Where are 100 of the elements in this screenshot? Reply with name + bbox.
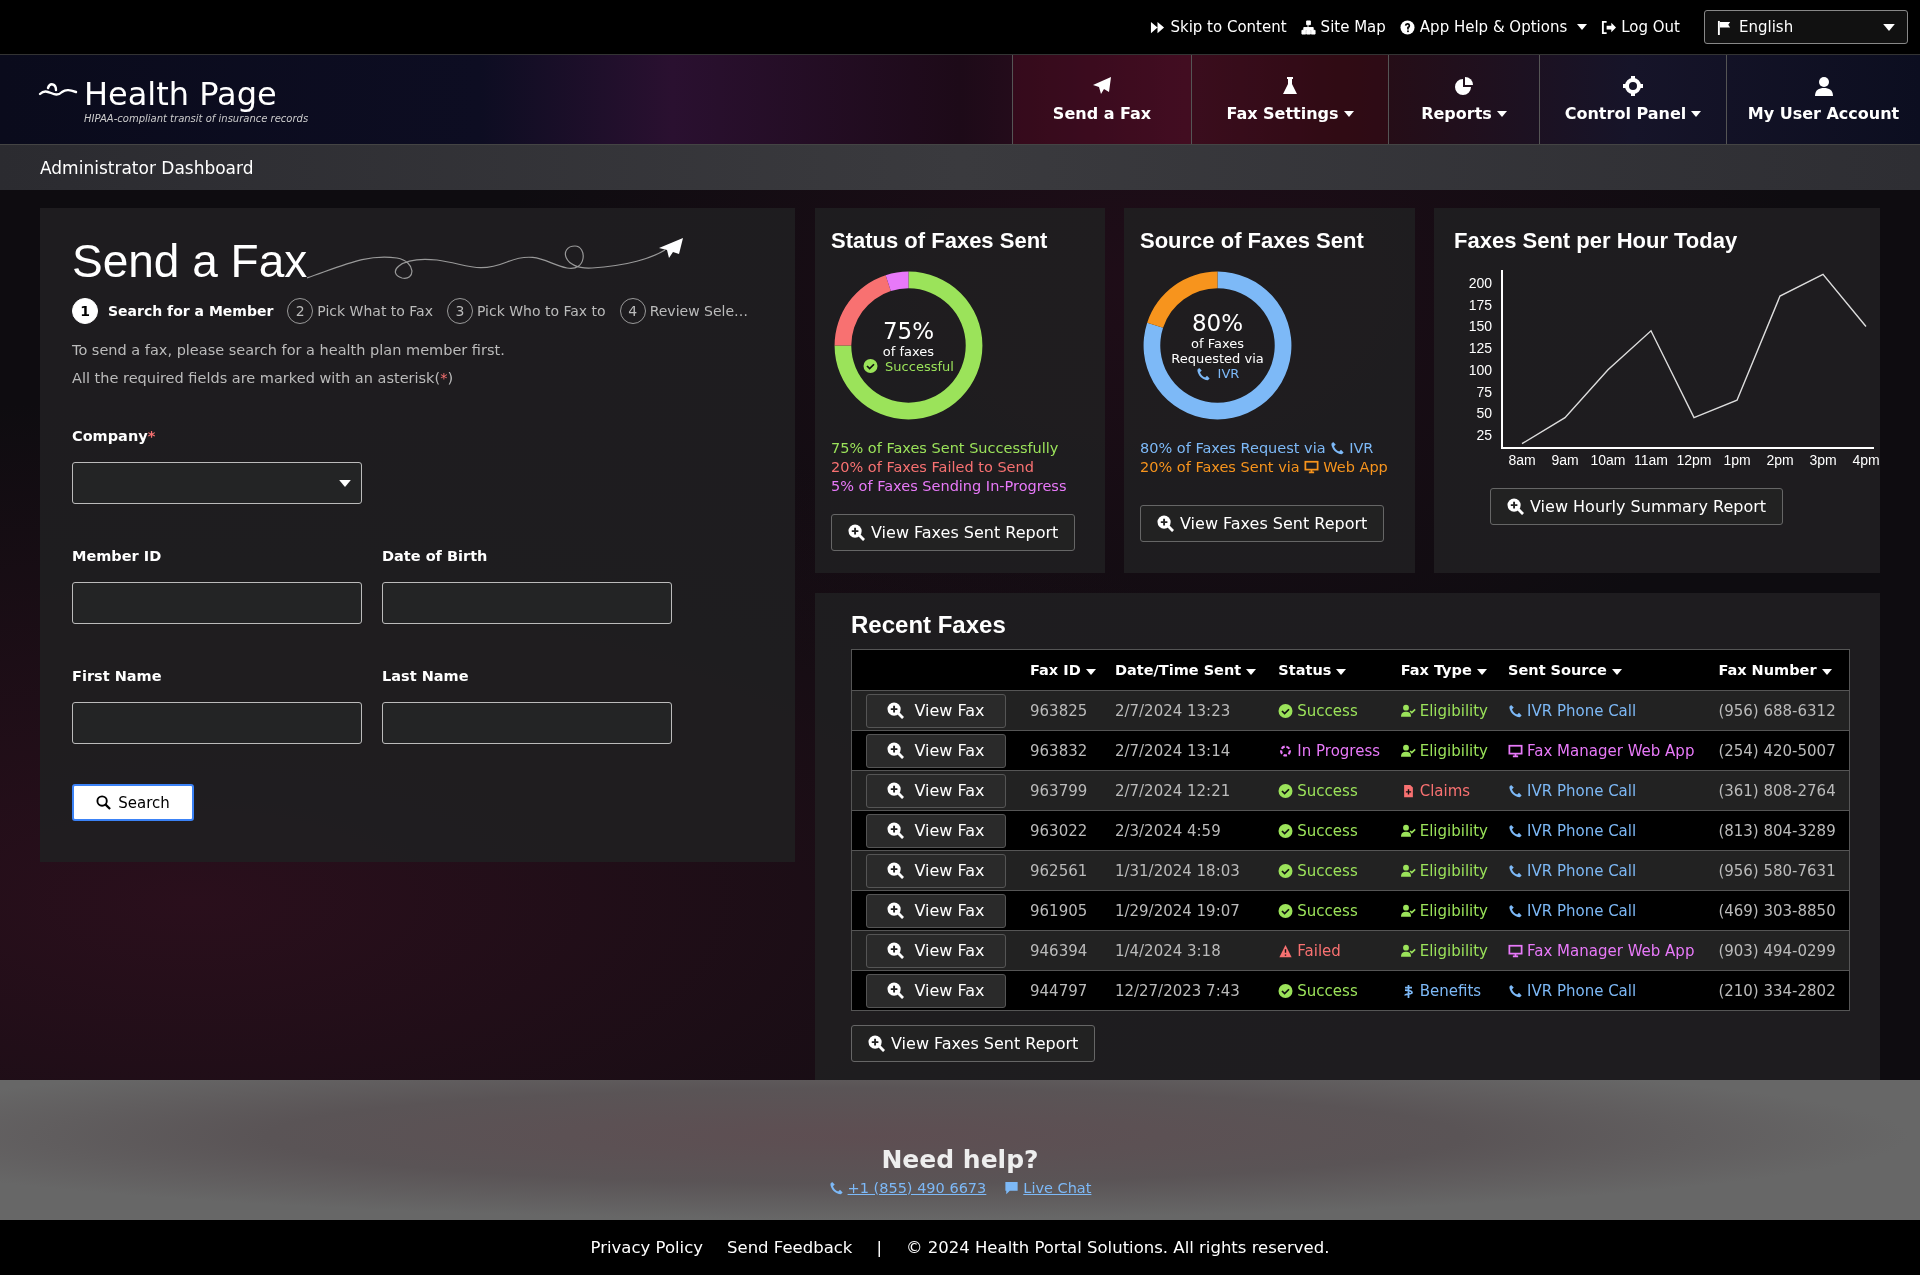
column-header[interactable]: Status [1270, 649, 1393, 691]
language-select[interactable]: English [1704, 10, 1908, 44]
view-fax-button[interactable]: View Fax [866, 853, 1006, 888]
card-title: Faxes Sent per Hour Today [1454, 228, 1739, 254]
axis-tick-label: 150 [1468, 318, 1492, 335]
table-cell: (361) 808-2764 [1710, 770, 1850, 811]
input-field[interactable] [72, 582, 362, 624]
field-label: Company* [72, 428, 157, 444]
axis-tick-label: 175 [1468, 296, 1492, 313]
view-fax-button[interactable]: View Fax [866, 773, 1006, 808]
top-link[interactable]: App Help & Options [1399, 18, 1588, 36]
phone-icon [1508, 983, 1524, 998]
axis-tick-label: 11am [1634, 452, 1668, 468]
column-header[interactable]: Fax Number [1710, 649, 1850, 691]
top-link[interactable]: Log Out [1601, 18, 1680, 36]
report-button[interactable]: View Faxes Sent Report [831, 514, 1076, 551]
axis-tick-label: 125 [1468, 340, 1492, 357]
sort-caret-icon [1246, 669, 1257, 675]
wizard-step[interactable]: 4 Review Sele… [619, 298, 749, 324]
type-cell: Eligibility [1392, 730, 1501, 771]
top-link[interactable]: Skip to Content [1150, 18, 1287, 36]
status-cell: Success [1270, 690, 1393, 731]
axis-tick-label: 1pm [1723, 452, 1751, 468]
company-select[interactable] [72, 462, 362, 504]
zoom-in-icon [887, 902, 905, 919]
card-title: Source of Faxes Sent [1140, 228, 1364, 254]
column-header[interactable]: Sent Source [1500, 649, 1711, 691]
input-field[interactable] [382, 702, 672, 744]
column-header[interactable]: Fax ID [1022, 649, 1107, 691]
view-fax-button[interactable]: View Fax [866, 893, 1006, 928]
source-cell: IVR Phone Call [1500, 690, 1711, 731]
sitemap-icon [1300, 19, 1316, 35]
help-icon [1399, 19, 1415, 35]
wizard-step[interactable]: 2 Pick What to Fax [287, 298, 433, 324]
type-cell: Eligibility [1392, 810, 1501, 851]
status-cell: Success [1270, 970, 1393, 1011]
check-circle-icon [1278, 823, 1294, 838]
search-button[interactable]: Search [72, 784, 194, 821]
footer-link[interactable]: Send Feedback [727, 1238, 853, 1257]
user-icon [1813, 76, 1834, 96]
table-cell: 2/7/2024 13:14 [1106, 730, 1271, 771]
phone-link[interactable]: +1 (855) 490 6673 [828, 1179, 987, 1196]
check-circle-icon [1278, 783, 1294, 798]
source-cell: IVR Phone Call [1500, 970, 1711, 1011]
top-link[interactable]: Site Map [1300, 18, 1386, 36]
report-button[interactable]: View Faxes Sent Report [851, 1025, 1096, 1062]
report-button[interactable]: View Hourly Summary Report [1490, 488, 1784, 525]
footer-link[interactable]: Privacy Policy [590, 1238, 704, 1257]
view-fax-button[interactable]: View Fax [866, 693, 1006, 728]
app-tagline: HIPAA-compliant transit of insurance records [84, 113, 309, 124]
user-check-icon [1400, 863, 1416, 878]
nav-item[interactable]: My User Account [1726, 55, 1920, 144]
input-field[interactable] [382, 582, 672, 624]
nav-item[interactable]: Send a Fax [1012, 55, 1191, 144]
table-cell: 963832 [1022, 730, 1107, 771]
report-button[interactable]: View Faxes Sent Report [1140, 505, 1385, 542]
sort-caret-icon [1336, 669, 1347, 675]
pie-chart-icon [1454, 76, 1474, 96]
nav-item[interactable]: Reports [1388, 55, 1539, 144]
legend-text: 5% of Faxes Sending In-Progress [831, 477, 1067, 496]
axis-tick-label: 100 [1468, 361, 1492, 378]
legend-text: 20% of Faxes Failed to Send [831, 458, 1035, 477]
axis-tick-label: 2pm [1766, 452, 1794, 468]
zoom-in-icon [848, 524, 865, 541]
separator-text: | [876, 1238, 882, 1257]
settings-icon [1623, 76, 1643, 96]
legend-text: 20% of Faxes Sent via Web App [1140, 458, 1388, 477]
view-fax-button[interactable]: View Fax [866, 973, 1006, 1008]
fast-forward-icon [1150, 19, 1166, 35]
wizard-step[interactable]: 1 Search for a Member [72, 298, 274, 324]
table-cell: 2/7/2024 13:23 [1106, 690, 1271, 731]
axis-tick-label: 50 [1476, 405, 1492, 422]
check-circle-icon [1278, 903, 1294, 918]
search-icon [96, 795, 112, 810]
table-cell: (210) 334-2802 [1710, 970, 1850, 1011]
phone-icon [1508, 783, 1524, 798]
source-cell: Fax Manager Web App [1500, 730, 1711, 771]
view-fax-button[interactable]: View Fax [866, 933, 1006, 968]
zoom-in-icon [887, 782, 905, 799]
source-cell: Fax Manager Web App [1500, 930, 1711, 971]
column-header[interactable]: Date/Time Sent [1106, 649, 1271, 691]
nav-item[interactable]: Control Panel [1539, 55, 1726, 144]
user-check-icon [1400, 823, 1416, 838]
table-cell: 1/29/2024 19:07 [1106, 890, 1271, 931]
view-fax-button[interactable]: View Fax [866, 813, 1006, 848]
wizard-step[interactable]: 3 Pick Who to Fax to [447, 298, 606, 324]
nav-item[interactable]: Fax Settings [1191, 55, 1388, 144]
zoom-in-icon [1507, 498, 1524, 515]
paper-plane-icon [1092, 76, 1112, 96]
axis-tick-label: 9am [1551, 452, 1579, 468]
input-field[interactable] [72, 702, 362, 744]
type-cell: Eligibility [1392, 690, 1501, 731]
column-header[interactable]: Fax Type [1392, 649, 1501, 691]
check-circle-icon [1278, 983, 1294, 998]
source-cell: IVR Phone Call [1500, 770, 1711, 811]
view-fax-button[interactable]: View Fax [866, 733, 1006, 768]
table-cell: 963022 [1022, 810, 1107, 851]
app-title: Health Page [84, 75, 278, 113]
table-cell: 1/31/2024 18:03 [1106, 850, 1271, 891]
type-cell: Eligibility [1392, 850, 1501, 891]
